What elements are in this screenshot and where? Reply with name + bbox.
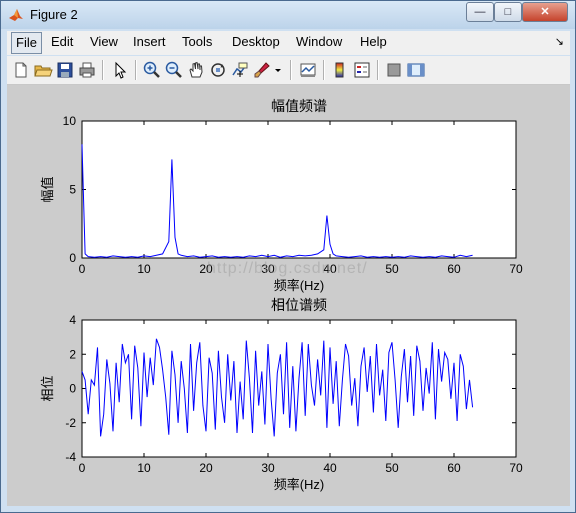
- y-tick-label: -4: [65, 450, 76, 464]
- y-axis-label: 相位: [40, 375, 55, 401]
- menu-tools[interactable]: Tools: [178, 31, 216, 53]
- x-tick-label: 10: [137, 262, 151, 276]
- x-tick-label: 50: [385, 461, 399, 475]
- close-icon: ✕: [540, 6, 550, 18]
- menu-window[interactable]: Window: [292, 31, 346, 53]
- axes-2-box: [81, 319, 517, 458]
- y-axis-label: 幅值: [40, 176, 55, 202]
- rotate-3d-icon[interactable]: [208, 60, 228, 80]
- maximize-icon: □: [504, 6, 512, 18]
- close-button[interactable]: ✕: [522, 2, 568, 22]
- print-icon[interactable]: [77, 60, 97, 80]
- x-tick-label: 0: [79, 262, 86, 276]
- x-axis-label: 频率(Hz): [274, 477, 325, 492]
- maximize-button[interactable]: □: [494, 2, 522, 22]
- menu-desktop[interactable]: Desktop: [228, 31, 284, 53]
- chart-title: 幅值频谱: [271, 98, 327, 114]
- pan-hand-icon[interactable]: [186, 60, 206, 80]
- save-icon[interactable]: [55, 60, 75, 80]
- menu-help[interactable]: Help: [356, 31, 391, 53]
- link-plot-icon[interactable]: [298, 60, 318, 80]
- x-tick-label: 10: [137, 461, 151, 475]
- y-tick-label: -2: [65, 416, 76, 430]
- new-figure-icon[interactable]: [11, 60, 31, 80]
- axes-1-box: [81, 120, 517, 259]
- y-tick-label: 4: [69, 313, 76, 327]
- minimize-icon: —: [474, 6, 486, 18]
- matlab-logo-icon: [9, 9, 23, 21]
- menu-bar: File Edit View Insert Tools Desktop Wind…: [7, 31, 570, 55]
- x-tick-label: 30: [261, 461, 275, 475]
- x-tick-label: 70: [509, 461, 523, 475]
- toolbar-separator: [290, 60, 292, 80]
- window-title: Figure 2: [30, 7, 78, 22]
- y-tick-label: 10: [63, 114, 77, 128]
- y-tick-label: 2: [69, 347, 76, 361]
- data-cursor-icon[interactable]: [230, 60, 250, 80]
- toolbar-separator: [323, 60, 325, 80]
- menu-edit[interactable]: Edit: [47, 31, 77, 53]
- menu-file[interactable]: File: [11, 32, 42, 54]
- x-tick-label: 60: [447, 262, 461, 276]
- minimize-button[interactable]: —: [466, 2, 494, 22]
- menu-insert[interactable]: Insert: [129, 31, 170, 53]
- dropdown-arrow-icon[interactable]: [273, 60, 283, 80]
- figure-window: Figure 2 — □ ✕ File Edit View Insert Too…: [0, 0, 576, 513]
- y-tick-label: 5: [69, 183, 76, 197]
- x-tick-label: 0: [79, 461, 86, 475]
- y-tick-label: 0: [69, 382, 76, 396]
- toolbar-separator: [377, 60, 379, 80]
- toolbar-separator: [135, 60, 137, 80]
- y-tick-label: 0: [69, 251, 76, 265]
- zoom-out-icon[interactable]: [164, 60, 184, 80]
- chart-title: 相位谱频: [271, 297, 327, 313]
- pointer-icon[interactable]: [110, 60, 130, 80]
- zoom-in-icon[interactable]: [142, 60, 162, 80]
- x-tick-label: 70: [509, 262, 523, 276]
- figure-axes: 0 10 20 30 40 50 60 700510幅值频谱频率(Hz)幅值0 10 20 30 40…: [40, 98, 523, 492]
- colorbar-icon[interactable]: [330, 60, 350, 80]
- figure-canvas: 0 10 20 30 40 50 60 70 0 5 10 幅值频谱 频率(Hz) 幅值 0 10 20 30 40…: [7, 85, 570, 506]
- x-tick-label: 20: [199, 461, 213, 475]
- x-axis-label: 频率(Hz): [274, 278, 325, 293]
- open-file-icon[interactable]: [33, 60, 53, 80]
- x-tick-label: 50: [385, 262, 399, 276]
- x-tick-label: 40: [323, 461, 337, 475]
- show-plot-tools-icon[interactable]: [406, 60, 426, 80]
- legend-icon[interactable]: [352, 60, 372, 80]
- x-tick-label: 60: [447, 461, 461, 475]
- hide-plot-tools-icon[interactable]: [384, 60, 404, 80]
- brush-icon[interactable]: [252, 60, 272, 80]
- toolbar-separator: [102, 60, 104, 80]
- menu-view[interactable]: View: [86, 31, 122, 53]
- dock-arrow-icon[interactable]: ↘: [555, 35, 564, 48]
- title-bar: Figure 2 — □ ✕: [1, 1, 575, 29]
- figure-toolbar: [7, 56, 570, 85]
- watermark-text: http://blog.csdn.net/: [207, 260, 368, 277]
